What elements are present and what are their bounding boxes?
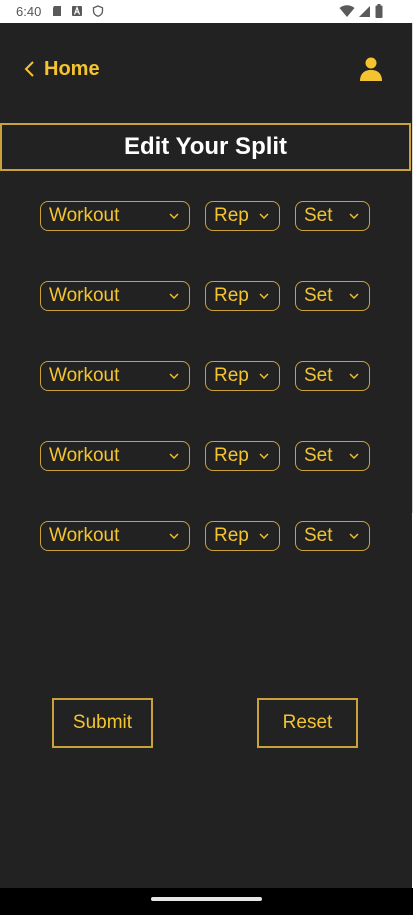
back-home-button[interactable]: Home: [23, 56, 100, 82]
wifi-icon: [339, 5, 355, 17]
chevron-down-icon: [169, 213, 179, 219]
chevron-down-icon: [169, 293, 179, 299]
rep-select[interactable]: Rep: [205, 361, 280, 391]
workout-select-value: Workout: [49, 525, 120, 546]
status-bar: 6:40: [0, 0, 413, 23]
rep-select[interactable]: Rep: [205, 201, 280, 231]
workout-select-value: Workout: [49, 365, 120, 386]
workout-select-value: Workout: [49, 205, 120, 226]
workout-select[interactable]: Workout: [40, 441, 190, 471]
rep-select[interactable]: Rep: [205, 281, 280, 311]
split-row: Workout Rep Set: [0, 281, 412, 311]
split-row: Workout Rep Set: [0, 201, 412, 231]
split-row: Workout Rep Set: [0, 521, 412, 551]
workout-select-value: Workout: [49, 285, 120, 306]
workout-select[interactable]: Workout: [40, 201, 190, 231]
set-select-value: Set: [304, 365, 333, 386]
set-select[interactable]: Set: [295, 201, 370, 231]
chevron-down-icon: [169, 453, 179, 459]
chevron-down-icon: [259, 293, 269, 299]
split-row: Workout Rep Set: [0, 361, 412, 391]
chevron-down-icon: [259, 533, 269, 539]
submit-button[interactable]: Submit: [52, 698, 153, 748]
rep-select-value: Rep: [214, 365, 249, 386]
home-gesture-handle[interactable]: [151, 897, 262, 901]
system-nav-bar: [0, 888, 413, 915]
split-row: Workout Rep Set: [0, 441, 412, 471]
page-title: Edit Your Split: [123, 133, 288, 160]
workout-select-value: Workout: [49, 445, 120, 466]
set-select[interactable]: Set: [295, 281, 370, 311]
chevron-left-icon: [24, 61, 34, 77]
rep-select-value: Rep: [214, 205, 249, 226]
chevron-down-icon: [169, 373, 179, 379]
rep-select[interactable]: Rep: [205, 521, 280, 551]
back-label: Home: [44, 57, 100, 80]
rep-select-value: Rep: [214, 285, 249, 306]
set-select[interactable]: Set: [295, 441, 370, 471]
chevron-down-icon: [259, 213, 269, 219]
battery-icon: [375, 4, 383, 18]
set-select-value: Set: [304, 525, 333, 546]
workout-select[interactable]: Workout: [40, 521, 190, 551]
set-select[interactable]: Set: [295, 361, 370, 391]
chevron-down-icon: [349, 293, 359, 299]
chevron-down-icon: [349, 213, 359, 219]
set-select[interactable]: Set: [295, 521, 370, 551]
chevron-down-icon: [349, 373, 359, 379]
shield-icon: [92, 5, 104, 17]
workout-select[interactable]: Workout: [40, 361, 190, 391]
set-select-value: Set: [304, 445, 333, 466]
person-icon[interactable]: [359, 56, 383, 82]
rep-select[interactable]: Rep: [205, 441, 280, 471]
workout-select[interactable]: Workout: [40, 281, 190, 311]
sd-card-icon: [53, 6, 61, 16]
status-time: 6:40: [16, 4, 42, 19]
chevron-down-icon: [169, 533, 179, 539]
chevron-down-icon: [349, 453, 359, 459]
cellular-icon: [359, 6, 370, 17]
set-select-value: Set: [304, 205, 333, 226]
text-a-icon: [72, 5, 82, 16]
rep-select-value: Rep: [214, 445, 249, 466]
rep-select-value: Rep: [214, 525, 249, 546]
set-select-value: Set: [304, 285, 333, 306]
chevron-down-icon: [349, 533, 359, 539]
title-banner: Edit Your Split: [0, 123, 411, 171]
chevron-down-icon: [259, 373, 269, 379]
app-screen: Home Edit Your Split Workout Rep Set Wor…: [0, 23, 412, 888]
chevron-down-icon: [259, 453, 269, 459]
reset-button[interactable]: Reset: [257, 698, 358, 748]
